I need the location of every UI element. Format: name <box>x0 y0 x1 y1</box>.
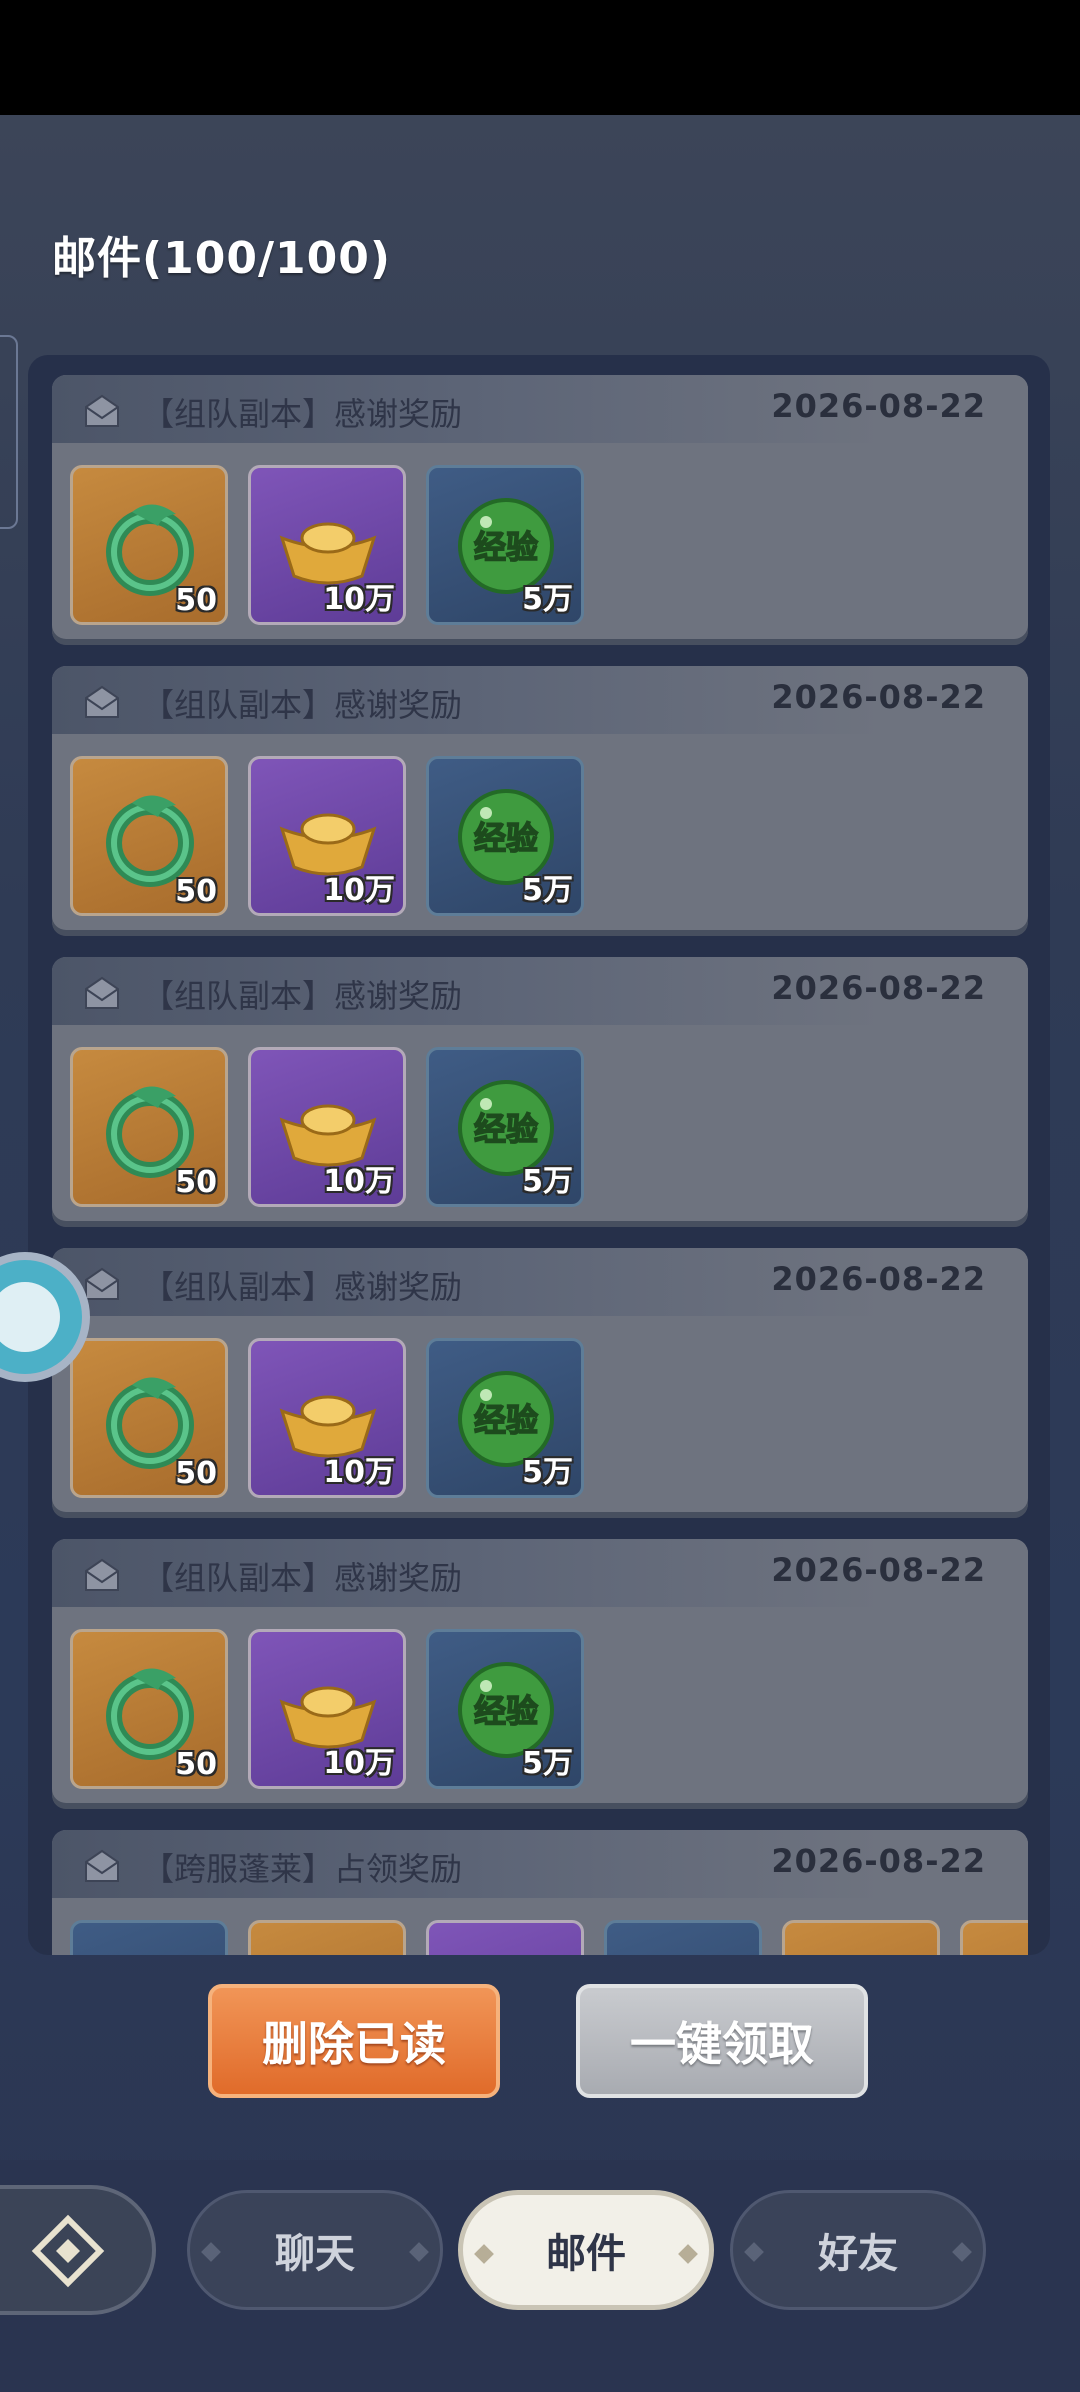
mail-title: 【组队副本】感谢奖励 <box>142 1268 463 1306</box>
item-quantity: 5万 <box>522 1746 573 1781</box>
tab-mail[interactable]: 邮件 <box>458 2190 714 2310</box>
mail-title: 【组队副本】感谢奖励 <box>142 395 463 433</box>
tab-label: 好友 <box>818 2231 898 2277</box>
item-quantity: 50 <box>175 583 217 618</box>
mail-header: 【组队副本】感谢奖励 2026-08-22 <box>52 1248 1028 1316</box>
item-quantity: 5万 <box>522 1164 573 1199</box>
envelope-icon <box>85 1558 119 1591</box>
mail-item[interactable]: 【组队副本】感谢奖励 2026-08-22 50 10万 经验 5万 <box>52 1248 1028 1518</box>
exp-label: 经验 <box>474 528 538 566</box>
reward-item-jade[interactable]: 50 <box>70 465 228 625</box>
item-quantity: 50 <box>175 1747 217 1782</box>
tab-label: 聊天 <box>275 2231 355 2277</box>
item-quantity: 5万 <box>522 1455 573 1490</box>
reward-item-jade[interactable]: 50 <box>70 1629 228 1789</box>
page-title: 邮件(100/100) <box>52 233 391 284</box>
home-emblem-icon <box>31 2214 105 2288</box>
mail-item[interactable]: 【组队副本】感谢奖励 2026-08-22 50 10万 经验 5万 <box>52 957 1028 1227</box>
claim-all-button[interactable]: 一键领取 <box>576 1984 868 2098</box>
reward-item-exp[interactable]: 经验 5万 <box>426 1629 584 1789</box>
item-quantity: 10万 <box>323 1455 395 1490</box>
reward-item-exp[interactable]: 经验 5万 <box>426 1047 584 1207</box>
mail-item[interactable]: 【组队副本】感谢奖励 2026-08-22 50 10万 经验 5万 <box>52 1539 1028 1809</box>
mail-date: 2026-08-22 <box>771 1842 986 1880</box>
item-quantity: 10万 <box>323 1746 395 1781</box>
reward-item[interactable] <box>604 1920 762 1955</box>
reward-item-gold[interactable]: 10万 <box>248 1629 406 1789</box>
mail-item[interactable]: 【组队副本】感谢奖励 2026-08-22 50 10万 经验 5万 <box>52 375 1028 645</box>
exp-label: 经验 <box>474 1110 538 1148</box>
mail-title: 【跨服蓬莱】占领奖励 <box>142 1850 463 1888</box>
tab-chat[interactable]: 聊天 <box>187 2190 443 2310</box>
mail-title: 【组队副本】感谢奖励 <box>142 977 463 1015</box>
reward-item-gold[interactable]: 10万 <box>248 756 406 916</box>
reward-item-jade[interactable]: 50 <box>70 1047 228 1207</box>
envelope-icon <box>85 685 119 718</box>
reward-item-gold[interactable]: 10万 <box>248 465 406 625</box>
mail-date: 2026-08-22 <box>771 387 986 425</box>
mail-title: 【组队副本】感谢奖励 <box>142 1559 463 1597</box>
reward-item-gold[interactable]: 10万 <box>248 1338 406 1498</box>
reward-item-jade[interactable]: 50 <box>70 1338 228 1498</box>
reward-item[interactable] <box>960 1920 1028 1955</box>
reward-item-jade[interactable]: 50 <box>70 756 228 916</box>
delete-read-button[interactable]: 删除已读 <box>208 1984 500 2098</box>
reward-item[interactable] <box>782 1920 940 1955</box>
reward-item-exp[interactable]: 经验 5万 <box>426 1338 584 1498</box>
mail-list[interactable]: 【组队副本】感谢奖励 2026-08-22 50 10万 经验 5万 【组队副本… <box>28 355 1050 1955</box>
exp-label: 经验 <box>474 1401 538 1439</box>
reward-item-exp[interactable]: 经验 5万 <box>426 465 584 625</box>
envelope-icon <box>85 394 119 427</box>
item-quantity: 10万 <box>323 582 395 617</box>
envelope-icon <box>85 976 119 1009</box>
mail-date: 2026-08-22 <box>771 1260 986 1298</box>
mail-title: 【组队副本】感谢奖励 <box>142 686 463 724</box>
mail-header: 【跨服蓬莱】占领奖励 2026-08-22 <box>52 1830 1028 1898</box>
envelope-icon <box>85 1267 119 1300</box>
item-quantity: 5万 <box>522 873 573 908</box>
exp-label: 经验 <box>474 1692 538 1730</box>
status-bar <box>0 0 1080 115</box>
item-quantity: 50 <box>175 1165 217 1200</box>
item-quantity: 50 <box>175 1456 217 1491</box>
mail-item[interactable]: 【组队副本】感谢奖励 2026-08-22 50 10万 经验 5万 <box>52 666 1028 936</box>
side-tab-handle[interactable] <box>0 335 18 529</box>
item-quantity: 5万 <box>522 582 573 617</box>
item-quantity: 50 <box>175 874 217 909</box>
exp-label: 经验 <box>474 819 538 857</box>
reward-item[interactable] <box>426 1920 584 1955</box>
mail-date: 2026-08-22 <box>771 969 986 1007</box>
mail-header: 【组队副本】感谢奖励 2026-08-22 <box>52 666 1028 734</box>
mail-header: 【组队副本】感谢奖励 2026-08-22 <box>52 1539 1028 1607</box>
reward-item-gold[interactable]: 10万 <box>248 1047 406 1207</box>
mail-header: 【组队副本】感谢奖励 2026-08-22 <box>52 375 1028 443</box>
tab-label: 邮件 <box>546 2231 626 2277</box>
reward-item-exp[interactable]: 经验 5万 <box>426 756 584 916</box>
mail-header: 【组队副本】感谢奖励 2026-08-22 <box>52 957 1028 1025</box>
reward-item[interactable] <box>70 1920 228 1955</box>
item-quantity: 10万 <box>323 1164 395 1199</box>
item-quantity: 10万 <box>323 873 395 908</box>
tab-friends[interactable]: 好友 <box>730 2190 986 2310</box>
envelope-icon <box>85 1849 119 1882</box>
home-button[interactable] <box>0 2185 156 2315</box>
reward-item[interactable] <box>248 1920 406 1955</box>
mail-date: 2026-08-22 <box>771 678 986 716</box>
mail-date: 2026-08-22 <box>771 1551 986 1589</box>
mail-item[interactable]: 【跨服蓬莱】占领奖励 2026-08-22 <box>52 1830 1028 1955</box>
